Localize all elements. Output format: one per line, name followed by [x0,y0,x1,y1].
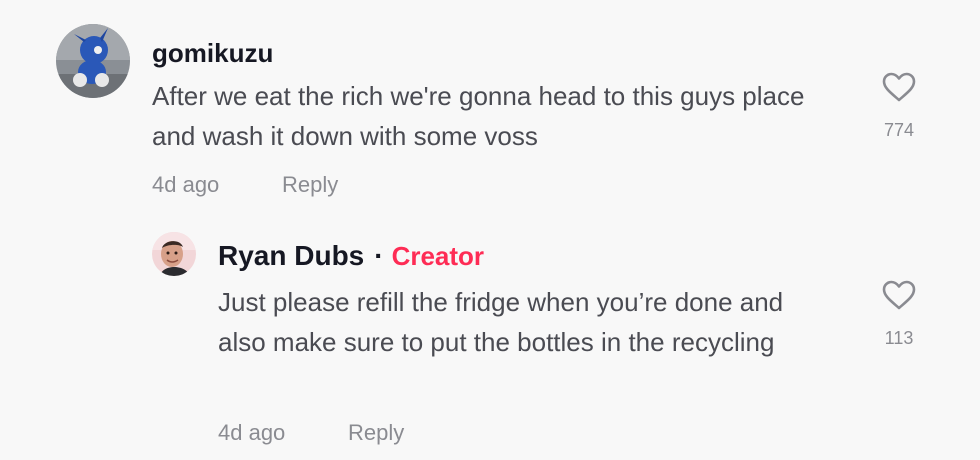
comment-thread: gomikuzu After we eat the rich we're gon… [0,0,980,460]
comment-username[interactable]: gomikuzu [152,38,273,69]
creator-badge: Creator [391,241,485,271]
comment-text: After we eat the rich we're gonna head t… [152,81,805,151]
like-button[interactable] [882,280,916,310]
reply-button[interactable]: Reply [282,172,338,198]
like-count: 113 [884,328,914,348]
reply-timestamp: 4d ago [218,420,286,445]
reply-username[interactable]: Ryan Dubs [218,240,364,271]
like-count: 774 [883,120,915,140]
comment-avatar[interactable] [56,24,130,98]
separator-dot: · [374,240,384,271]
reply-avatar[interactable] [152,232,196,276]
reply-button[interactable]: Reply [348,420,404,446]
comment-timestamp: 4d ago [152,172,220,197]
reply-username-row: Ryan Dubs · Creator [218,240,484,272]
heart-outline-icon [882,72,916,102]
like-button[interactable] [882,72,916,102]
avatar-icon [152,232,196,276]
reply-text: Just please refill the fridge when you’r… [218,287,784,357]
heart-outline-icon [882,280,916,310]
avatar-icon [56,24,130,98]
